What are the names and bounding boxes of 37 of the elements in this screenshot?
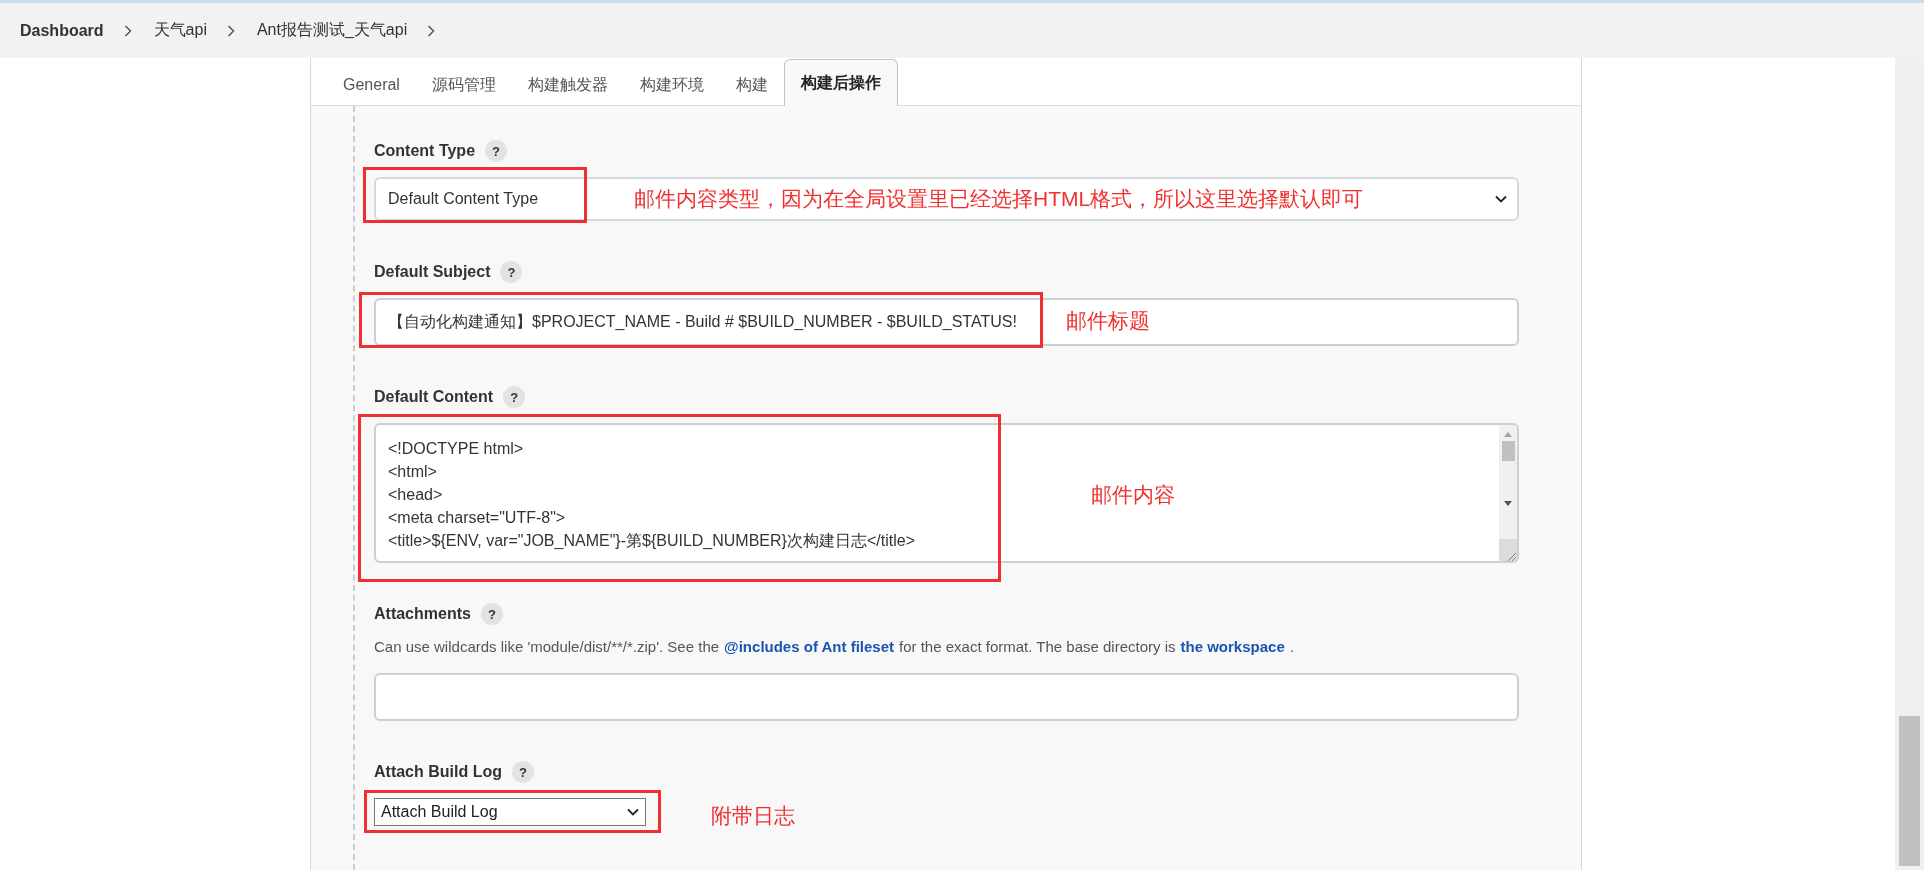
tab[interactable]: 构建 (719, 65, 784, 105)
tab[interactable]: 构建触发器 (511, 65, 624, 105)
help-button[interactable]: ? (485, 140, 508, 162)
help-button[interactable]: ? (503, 386, 526, 408)
help-button[interactable]: ? (480, 603, 503, 625)
field-label: Content Type (374, 142, 476, 160)
scrollbar-drawing[interactable] (1499, 425, 1517, 561)
tab[interactable]: 构建环境 (623, 65, 720, 105)
tab[interactable]: 构建后操作 (783, 59, 898, 106)
chevron-down-icon (627, 808, 639, 816)
help-link[interactable]: the workspace (1180, 638, 1285, 655)
input-field[interactable] (374, 673, 1519, 721)
description-text: . (1289, 638, 1294, 655)
chevron-right-icon[interactable] (226, 24, 235, 37)
help-button[interactable]: ? (500, 261, 523, 283)
build-log-select[interactable]: Attach Build Log (374, 798, 646, 826)
description-text: for the exact format. The base directory is (899, 638, 1176, 655)
annotation-text: 邮件内容 (1091, 482, 1175, 508)
field-label: Default Subject (374, 263, 491, 281)
help-link[interactable]: @includes of Ant fileset (724, 638, 894, 655)
tab[interactable]: 源码管理 (415, 65, 512, 105)
field-label: Default Content (374, 388, 494, 406)
description-text: Can use wildcards like 'module/dist/**/*.zip'. See the (374, 638, 720, 655)
breadcrumb-link[interactable]: 天气api (153, 20, 207, 41)
tab[interactable]: General (327, 65, 416, 105)
chevron-right-icon[interactable] (123, 24, 132, 37)
chevron-down-icon (1495, 195, 1507, 203)
field-label: Attachments (374, 605, 471, 623)
content-textarea[interactable]: <!DOCTYPE html> <html> <head> <meta charset="UTF-8"> <title>${ENV, var="JOB_NAME"}-第${BUILD_NUMBER}次构建日志</title> (376, 425, 927, 561)
breadcrumb-link[interactable]: Ant报告测试_天气api (256, 20, 408, 41)
annotation-text: 邮件内容类型，因为在全局设置里已经选择HTML格式，所以这里选择默认即可 (634, 186, 1364, 212)
breadcrumb-link[interactable]: Dashboard (20, 21, 104, 40)
help-button[interactable]: ? (512, 761, 534, 783)
chevron-right-icon[interactable] (427, 24, 436, 37)
field-label: Attach Build Log (374, 763, 502, 781)
annotation-text: 附带日志 (711, 803, 795, 829)
annotation-text: 邮件标题 (1066, 308, 1150, 334)
